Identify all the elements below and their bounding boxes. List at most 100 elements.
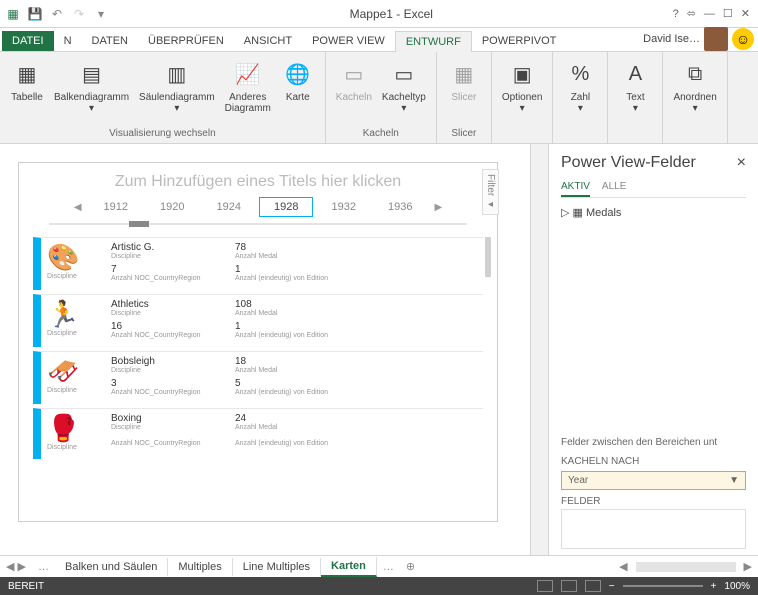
- maximize-icon[interactable]: ☐: [723, 7, 733, 20]
- excel-icon: ▦: [4, 5, 22, 23]
- year-1924[interactable]: 1924: [203, 198, 255, 216]
- kacheln-nach-field[interactable]: Year▼: [561, 471, 746, 490]
- canvas-area: Filter ◂ Zum Hinzufügen eines Titels hie…: [0, 144, 530, 559]
- tab-view[interactable]: ANSICHT: [234, 31, 302, 51]
- year-1928[interactable]: 1928: [259, 197, 313, 217]
- zoom-in-icon[interactable]: +: [711, 581, 717, 592]
- statusbar: BEREIT − + 100%: [0, 577, 758, 595]
- column-chart-button[interactable]: ▥Säulendiagramm▾: [135, 56, 219, 126]
- vertical-scrollbar[interactable]: [530, 144, 548, 559]
- table-button[interactable]: ▦Tabelle: [6, 56, 48, 126]
- table-icon: ▦: [11, 58, 43, 90]
- window-title: Mappe1 - Excel: [110, 7, 673, 21]
- status-ready: BEREIT: [8, 581, 44, 592]
- ribbon-tabs: DATEI N DATEN ÜBERPRÜFEN ANSICHT POWER V…: [0, 28, 758, 52]
- year-1936[interactable]: 1936: [374, 198, 426, 216]
- hscroll-right[interactable]: ▶: [738, 560, 758, 573]
- fields-pane: Power View-Felder× AKTIV ALLE ▷ ▦ Medals…: [548, 144, 758, 559]
- tab-data[interactable]: DATEN: [82, 31, 138, 51]
- options-icon: ▣: [506, 58, 538, 90]
- sheet-nav-more[interactable]: …: [32, 561, 55, 573]
- help-icon[interactable]: ?: [673, 8, 679, 20]
- minimize-icon[interactable]: —: [704, 8, 715, 20]
- felder-label: FELDER: [561, 496, 746, 507]
- tab-file[interactable]: DATEI: [2, 31, 54, 51]
- sheet-multiples[interactable]: Multiples: [168, 558, 232, 576]
- fields-tab-aktiv[interactable]: AKTIV: [561, 178, 590, 197]
- card-Artistic G.[interactable]: 🎨Discipline Artistic G.Discipline 78Anza…: [33, 237, 483, 290]
- group-slicer: Slicer: [443, 126, 485, 141]
- year-1920[interactable]: 1920: [146, 198, 198, 216]
- ribbon-toggle-icon[interactable]: ⬄: [687, 7, 696, 20]
- card-Bobsleigh[interactable]: 🛷Discipline BobsleighDiscipline 18Anzahl…: [33, 351, 483, 404]
- user-avatar[interactable]: [704, 27, 728, 51]
- map-button[interactable]: 🌐Karte: [277, 56, 319, 126]
- sheet-nav-more2[interactable]: …: [377, 561, 400, 573]
- tiles-icon: ▭: [338, 58, 370, 90]
- sport-icon: 🥊Discipline: [47, 413, 107, 451]
- year-next-icon[interactable]: ▶: [430, 200, 446, 215]
- fields-tree[interactable]: ▷ ▦ Medals: [561, 206, 746, 219]
- zoom-level[interactable]: 100%: [724, 581, 750, 592]
- sheet-karten[interactable]: Karten: [321, 557, 377, 577]
- sheet-balken[interactable]: Balken und Säulen: [55, 558, 168, 576]
- workspace: Filter ◂ Zum Hinzufügen eines Titels hie…: [0, 144, 758, 559]
- view-break-icon[interactable]: [585, 580, 601, 592]
- sheet-nav-prev[interactable]: ◀ ▶: [0, 560, 32, 573]
- globe-icon: 🌐: [282, 58, 314, 90]
- zoom-slider[interactable]: [623, 585, 703, 587]
- year-1932[interactable]: 1932: [317, 198, 369, 216]
- close-pane-icon[interactable]: ×: [737, 154, 746, 172]
- feedback-smiley-icon[interactable]: ☺: [732, 28, 754, 50]
- line-chart-icon: 📈: [232, 58, 264, 90]
- card-Boxing[interactable]: 🥊Discipline BoxingDiscipline 24Anzahl Me…: [33, 408, 483, 459]
- card-Athletics[interactable]: 🏃Discipline AthleticsDiscipline 108Anzah…: [33, 294, 483, 347]
- group-tiles: Kacheln: [332, 126, 430, 141]
- view-layout-icon[interactable]: [561, 580, 577, 592]
- dropdown-icon[interactable]: ▼: [729, 475, 739, 486]
- sport-icon: 🏃Discipline: [47, 299, 107, 339]
- bar-chart-button[interactable]: ▤Balkendiagramm▾: [50, 56, 133, 126]
- tab-powerview[interactable]: POWER VIEW: [302, 31, 395, 51]
- hscroll-left[interactable]: ◀: [613, 560, 633, 573]
- zoom-out-icon[interactable]: −: [609, 581, 615, 592]
- view-normal-icon[interactable]: [537, 580, 553, 592]
- year-tile-nav: ◀ 1912 1920 1924 1928 1932 1936 ▶: [19, 197, 497, 217]
- tiles-button: ▭Kacheln: [332, 56, 376, 126]
- arrange-button[interactable]: ⧉Anordnen▾: [669, 56, 720, 137]
- number-button[interactable]: %Zahl▾: [559, 56, 601, 137]
- title-placeholder[interactable]: Zum Hinzufügen eines Titels hier klicken: [19, 163, 497, 197]
- new-sheet-icon[interactable]: ⊕: [400, 560, 421, 573]
- tab-review[interactable]: ÜBERPRÜFEN: [138, 31, 234, 51]
- year-prev-icon[interactable]: ◀: [70, 200, 86, 215]
- user-name[interactable]: David Ise…: [643, 33, 700, 45]
- other-chart-button[interactable]: 📈Anderes Diagramm: [221, 56, 275, 126]
- fields-tab-alle[interactable]: ALLE: [602, 178, 626, 197]
- kacheln-nach-label: KACHELN NACH: [561, 456, 746, 467]
- percent-icon: %: [564, 58, 596, 90]
- tab-design[interactable]: ENTWURF: [395, 31, 472, 52]
- filter-tab[interactable]: Filter ◂: [482, 169, 499, 215]
- options-button[interactable]: ▣Optionen▾: [498, 56, 547, 137]
- areas-caption: Felder zwischen den Bereichen unt: [561, 437, 746, 448]
- tile-type-button[interactable]: ▭Kacheltyp▾: [378, 56, 430, 126]
- text-button[interactable]: AText▾: [614, 56, 656, 137]
- column-chart-icon: ▥: [161, 58, 193, 90]
- powerview-canvas[interactable]: Filter ◂ Zum Hinzufügen eines Titels hie…: [18, 162, 498, 522]
- sheet-line-multiples[interactable]: Line Multiples: [233, 558, 321, 576]
- tab-powerpivot[interactable]: POWERPIVOT: [472, 31, 567, 51]
- hscroll-track[interactable]: [636, 562, 736, 572]
- arrange-icon: ⧉: [679, 58, 711, 90]
- save-icon[interactable]: 💾: [26, 5, 44, 23]
- qat-more-icon[interactable]: ▾: [92, 5, 110, 23]
- undo-icon[interactable]: ↶: [48, 5, 66, 23]
- titlebar: ▦ 💾 ↶ ↷ ▾ Mappe1 - Excel ? ⬄ — ☐ ✕: [0, 0, 758, 28]
- year-slider[interactable]: [49, 221, 467, 227]
- redo-icon[interactable]: ↷: [70, 5, 88, 23]
- felder-dropzone[interactable]: [561, 509, 746, 549]
- year-1912[interactable]: 1912: [90, 198, 142, 216]
- cards-container: 🎨Discipline Artistic G.Discipline 78Anza…: [19, 231, 497, 469]
- sheet-tabs: ◀ ▶ … Balken und Säulen Multiples Line M…: [0, 555, 758, 577]
- tab-n[interactable]: N: [54, 31, 82, 51]
- close-icon[interactable]: ✕: [741, 7, 750, 20]
